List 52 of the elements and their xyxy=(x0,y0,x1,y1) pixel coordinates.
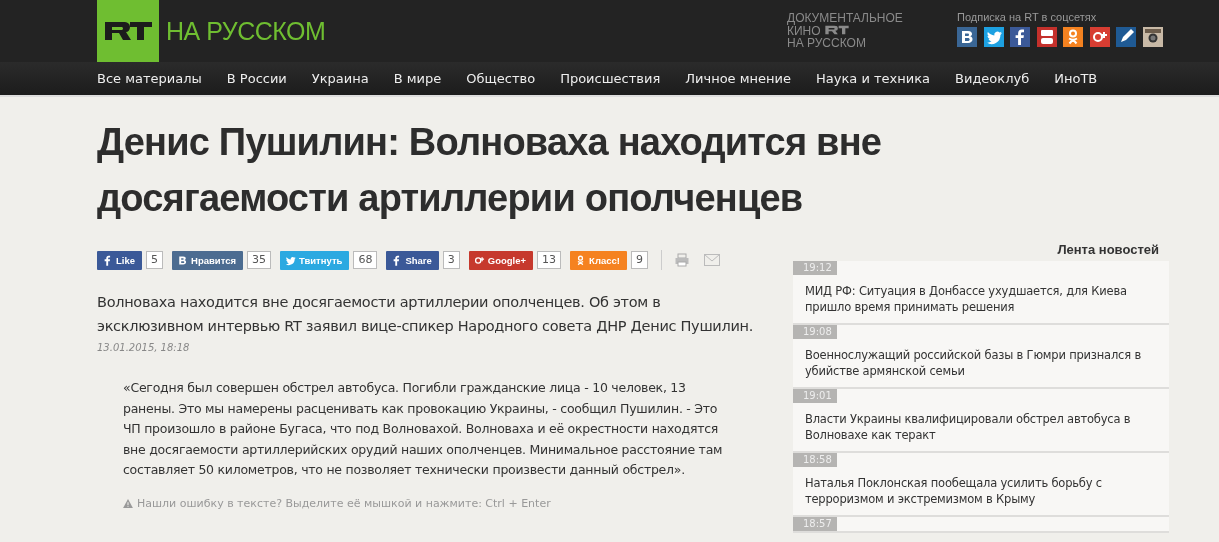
share-count: 5 xyxy=(146,251,163,269)
rt-logo-icon xyxy=(823,24,850,35)
instagram-icon[interactable] xyxy=(1142,27,1163,47)
documentary-link[interactable]: ДОКУМЕНТАЛЬНОЕ КИНО НА РУССКОМ xyxy=(787,0,957,50)
share-count: 35 xyxy=(247,251,271,269)
share-count: 68 xyxy=(353,251,378,269)
news-time: 18:58 xyxy=(793,453,837,467)
news-headline[interactable]: Военнослужащий российской базы в Гюмри признался в убийстве армянской семьи xyxy=(793,339,1169,387)
share-count: 9 xyxy=(630,251,648,269)
news-headline[interactable]: МИД РФ: Ситуация в Донбассе ухудшается, для Киева пришло время принимать решения xyxy=(793,275,1169,323)
nav-link[interactable]: Видеоклуб xyxy=(955,71,1030,86)
social-caption: Подписка на RT в соцсетях xyxy=(957,11,1098,23)
google-plus-icon[interactable] xyxy=(1089,27,1110,47)
nav-link[interactable]: В мире xyxy=(393,71,442,86)
news-time: 19:12 xyxy=(793,261,837,275)
rt-logo-icon[interactable] xyxy=(97,0,159,62)
news-headline[interactable]: Власти Украины квалифицировали обстрел автобуса в Волновахе как теракт xyxy=(793,403,1169,451)
article-title: Денис Пушилин: Волноваха находится вне досягаемости артиллерии ополченцев xyxy=(97,120,883,221)
nav-link[interactable]: ИноТВ xyxy=(1054,71,1098,86)
publish-date: 13.01.2015, 18:18 xyxy=(97,342,191,353)
news-headline[interactable]: Наталья Поклонская пообещала усилить борьбу с терроризмом и экстремизмом в Крыму xyxy=(793,467,1169,515)
warning-icon xyxy=(123,498,133,508)
news-card[interactable]: 18:58 Наталья Поклонская пообещала усилить борьбу с терроризмом и экстремизмом в Крыму xyxy=(793,453,1169,517)
news-card[interactable]: 19:08 Военнослужащий российской базы в Гюмри признался в убийстве армянской семьи xyxy=(793,325,1169,389)
vk-icon[interactable] xyxy=(957,27,977,47)
share-count: 13 xyxy=(537,251,562,269)
ok-icon[interactable] xyxy=(1063,27,1083,47)
article-quote: «Сегодня был совершен обстрел автобуса. Погибли гражданские лица - 10 человек, 13 ранены. Это мы намерены расценивать как провокацию Украины, - сообщил Пушилин. - Это ЧП произошло в районе Бугаса, что под Волновахой. Волноваха и её окрестности находятся вне досягаемости артиллерийских орудий наших ополченцев. Минимальное расстояние там составляет 50 километров, что не позволяет технически произвести данный обстрел». xyxy=(123,379,724,479)
twitter-icon[interactable] xyxy=(983,27,1004,47)
nav-link[interactable]: Происшествия xyxy=(560,71,661,86)
nav-link[interactable]: Все материалы xyxy=(97,71,202,86)
share-button[interactable]: Google+ xyxy=(468,250,534,270)
news-card[interactable]: 19:01 Власти Украины квалифицировали обстрел автобуса в Волновахе как теракт xyxy=(793,389,1169,453)
error-report-hint: Нашли ошибку в тексте? Выделите её мышкой и нажмите: Ctrl + Enter xyxy=(137,496,551,510)
pencil-icon[interactable] xyxy=(1116,27,1136,47)
nav-link[interactable]: В России xyxy=(226,71,287,86)
news-time: 19:08 xyxy=(793,325,837,339)
nav-link[interactable]: Личное мнение xyxy=(685,71,791,86)
news-time: 19:01 xyxy=(793,389,837,403)
article-lead: Волноваха находится вне досягаемости артиллерии ополченцев. Об этом в эксклюзивном интервью RT заявил вице-спикер Народного совета ДНР Денис Пушилин. xyxy=(97,293,755,336)
facebook-icon[interactable] xyxy=(1010,27,1030,47)
news-card[interactable]: 19:12 МИД РФ: Ситуация в Донбассе ухудшается, для Киева пришло время принимать решения xyxy=(793,261,1169,325)
share-button[interactable]: Like xyxy=(97,250,142,270)
nav-link[interactable]: Украина xyxy=(311,71,369,86)
news-feed-title: Лента новостей xyxy=(1056,242,1159,257)
share-button[interactable]: Нравится xyxy=(172,250,243,270)
share-button[interactable]: Share xyxy=(386,250,439,270)
nav-link[interactable]: Наука и техника xyxy=(816,71,930,86)
nav-link[interactable]: Общество xyxy=(466,71,536,86)
share-count: 3 xyxy=(442,251,460,269)
news-time: 18:57 xyxy=(793,517,837,531)
site-name[interactable]: НА РУССКОМ xyxy=(166,16,326,46)
